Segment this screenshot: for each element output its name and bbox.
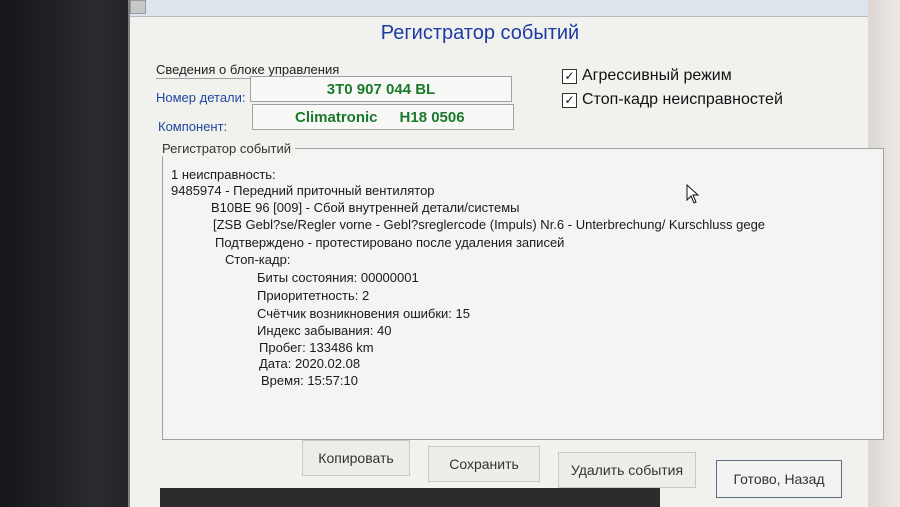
freeze-frame-checkbox[interactable]: ✓ [562, 92, 577, 108]
event-log-group-label: Регистратор событий [162, 141, 295, 156]
freeze-frame-label: Стоп-кадр неисправностей [582, 91, 783, 108]
log-line: Время: 15:57:10 [261, 373, 358, 388]
component-version: H18 0506 [399, 108, 465, 126]
delete-events-button[interactable]: Удалить события [558, 452, 696, 488]
component-name: Climatronic [295, 108, 378, 126]
window-menu-icon[interactable] [130, 0, 146, 14]
log-line: [ZSB Gebl?se/Regler vorne - Gebl?sregler… [213, 217, 766, 232]
mouse-cursor-icon [686, 184, 700, 204]
aggressive-mode-checkbox[interactable]: ✓ [562, 68, 577, 84]
log-line: Счётчик возникновения ошибки: 15 [257, 306, 470, 321]
page-title: Регистратор событий [380, 22, 580, 44]
done-back-button[interactable]: Готово, Назад [716, 460, 842, 498]
event-log-panel[interactable]: 1 неисправность: 9485974 - Передний прит… [162, 148, 884, 440]
aggressive-mode-option[interactable]: ✓ Агрессивный режим [562, 67, 732, 85]
log-line: Дата: 2020.02.08 [259, 356, 361, 371]
part-number-value: 3T0 907 044 BL [326, 80, 436, 98]
copy-button[interactable]: Копировать [302, 440, 410, 476]
log-line: Индекс забывания: 40 [257, 323, 392, 338]
part-number-field[interactable]: 3T0 907 044 BL [250, 76, 512, 102]
save-button[interactable]: Сохранить [428, 446, 540, 482]
log-line: Стоп-кадр: [225, 252, 291, 267]
log-line: Пробег: 133486 km [259, 340, 374, 355]
log-line: Подтверждено - протестировано после удал… [215, 235, 565, 250]
log-line: B10BE 96 [009] - Сбой внутренней детали/… [211, 200, 520, 215]
log-line: 1 неисправность: [171, 167, 276, 182]
window-titlebar [130, 0, 868, 17]
log-line: Приоритетность: 2 [257, 288, 370, 303]
control-unit-group-label: Сведения о блоке управления [156, 62, 340, 77]
aggressive-mode-label: Агрессивный режим [582, 67, 732, 84]
log-line: Биты состояния: 00000001 [257, 270, 419, 285]
component-field[interactable]: Climatronic H18 0506 [252, 104, 514, 130]
taskbar [160, 488, 660, 507]
log-line: 9485974 - Передний приточный вентилятор [171, 183, 435, 198]
event-log-window: Регистратор событий Сведения о блоке упр… [128, 0, 884, 507]
component-label: Компонент: [158, 119, 228, 134]
freeze-frame-option[interactable]: ✓ Стоп-кадр неисправностей [562, 91, 783, 109]
part-number-label: Номер детали: [156, 90, 246, 105]
